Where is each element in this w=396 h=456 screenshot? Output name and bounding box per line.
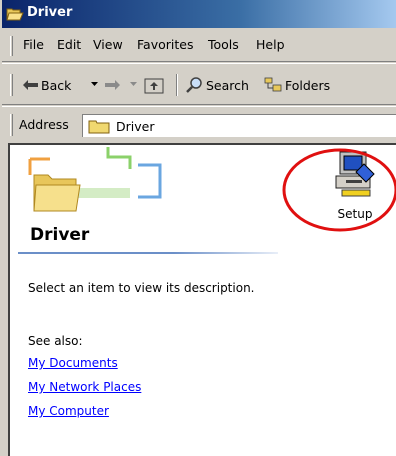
file-item-setup[interactable]: Setup (325, 150, 385, 221)
explorer-window: Driver File Edit View Favorites Tools He… (0, 0, 396, 456)
toolbar-grip[interactable] (10, 74, 13, 96)
menu-help[interactable]: Help (256, 37, 285, 52)
folders-button[interactable]: Folders (264, 74, 330, 96)
forward-arrow-icon[interactable] (104, 79, 121, 91)
forward-dropdown-icon[interactable] (129, 81, 138, 87)
see-also-label: See also: (28, 334, 83, 348)
open-folder-icon (6, 8, 24, 21)
menubar-grip[interactable] (10, 36, 13, 56)
address-label: Address (19, 117, 69, 132)
menu-favorites[interactable]: Favorites (137, 37, 193, 52)
addressbar-grip[interactable] (10, 114, 13, 136)
back-dropdown-icon[interactable] (90, 81, 99, 87)
folder-heading: Driver (30, 225, 90, 245)
folder-banner-graphic (28, 147, 162, 212)
back-label: Back (41, 77, 72, 93)
search-label: Search (206, 77, 249, 93)
heading-divider (18, 252, 278, 254)
search-button[interactable]: Search (186, 74, 249, 96)
folder-icon (88, 120, 110, 134)
link-my-documents[interactable]: My Documents (28, 356, 118, 370)
menu-view[interactable]: View (93, 37, 123, 52)
toolbar-separator (176, 74, 178, 96)
description-text: Select an item to view its description. (28, 281, 255, 295)
address-bar: Address Driver (2, 106, 396, 142)
setup-program-icon (335, 151, 375, 197)
back-arrow-icon (23, 80, 38, 90)
link-my-network-places[interactable]: My Network Places (28, 380, 141, 394)
back-button[interactable]: Back (22, 74, 71, 96)
menu-edit[interactable]: Edit (57, 37, 81, 52)
setup-label: Setup (337, 207, 373, 221)
menu-tools[interactable]: Tools (208, 37, 239, 52)
link-my-computer[interactable]: My Computer (28, 404, 109, 418)
window-title: Driver (27, 5, 73, 20)
up-folder-icon[interactable] (144, 76, 164, 94)
address-value: Driver (116, 119, 155, 134)
folders-label: Folders (285, 77, 331, 93)
folders-tree-icon (264, 77, 282, 92)
address-field[interactable]: Driver (82, 114, 396, 137)
standard-toolbar: Back Search Folders (2, 63, 396, 105)
folder-content-pane: Driver Select an item to view its descri… (8, 143, 396, 456)
menu-bar: File Edit View Favorites Tools Help (2, 28, 396, 62)
search-icon (186, 77, 202, 93)
menu-file[interactable]: File (23, 37, 44, 52)
title-bar[interactable]: Driver (2, 0, 396, 28)
